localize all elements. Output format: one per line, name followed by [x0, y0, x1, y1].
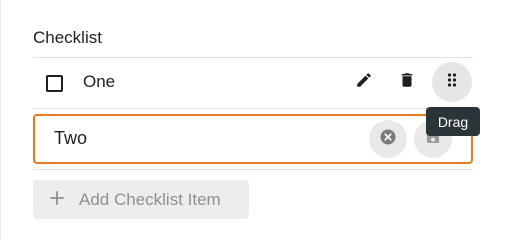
checklist-item: One [33, 58, 473, 108]
drag-handle-icon [444, 72, 460, 93]
edit-button[interactable] [344, 62, 384, 102]
edit-field-value[interactable]: Two [54, 128, 87, 149]
item-checkbox[interactable] [46, 75, 63, 92]
cancel-circle-icon [379, 128, 397, 151]
add-checklist-item-label: Add Checklist Item [79, 190, 221, 209]
divider [33, 108, 473, 109]
pencil-icon [355, 71, 373, 94]
delete-button[interactable] [387, 62, 427, 102]
checklist-item-edit-field[interactable]: Two [33, 114, 473, 164]
checklist-title: Checklist [33, 28, 102, 47]
clear-button[interactable] [369, 120, 407, 158]
trash-icon [398, 71, 416, 94]
add-checklist-item-button[interactable]: Add Checklist Item [33, 180, 249, 219]
item-label: One [83, 72, 116, 91]
panel-left-border [0, 0, 1, 240]
drag-tooltip: Drag [426, 107, 480, 136]
divider [33, 169, 473, 170]
plus-icon [50, 188, 64, 211]
drag-handle-button[interactable] [432, 62, 472, 102]
